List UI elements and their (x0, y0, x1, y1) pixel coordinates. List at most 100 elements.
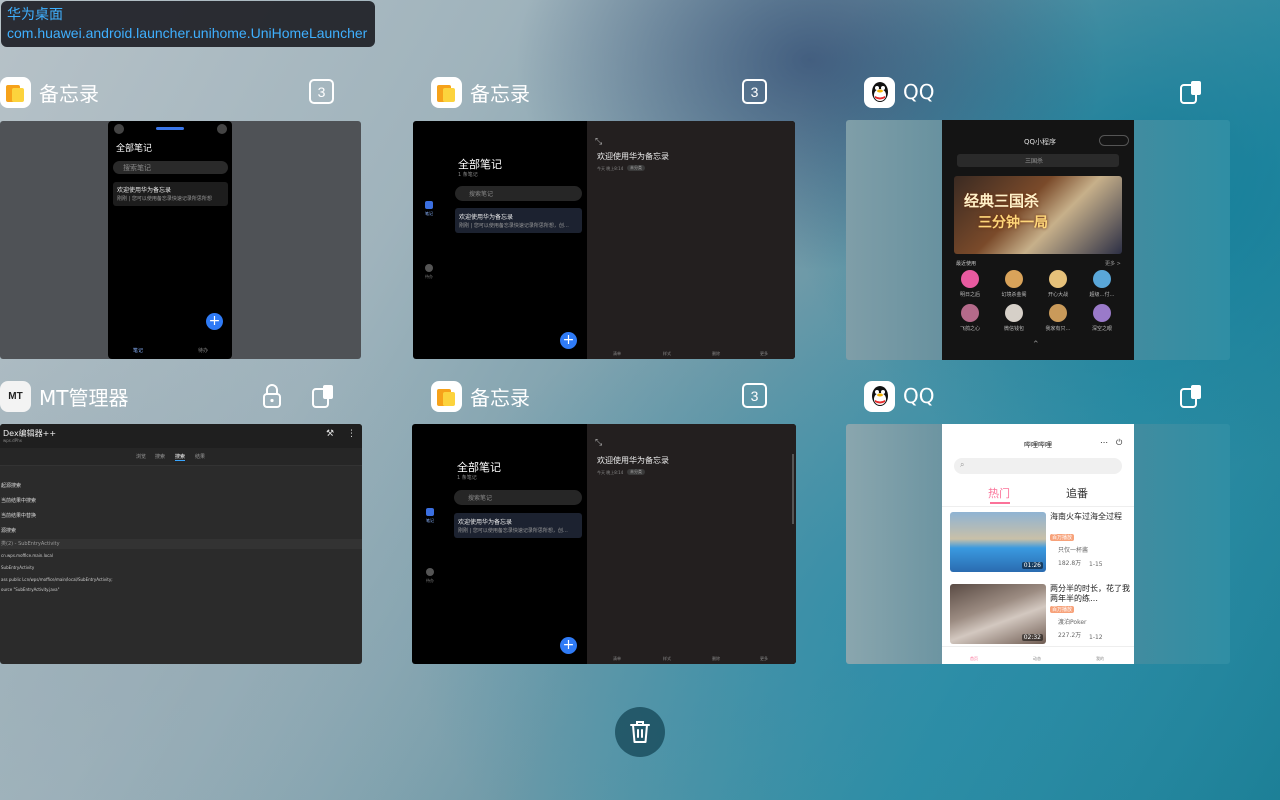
mini-program-title: QQ小程序 (1024, 138, 1057, 146)
task-card-memo-2[interactable]: 笔记 待办 全部笔记 1 条笔记 搜索笔记 欢迎使用华为备忘录 刚刚 | 您可以… (413, 121, 795, 359)
video-author: 渡泊Poker (1058, 619, 1087, 626)
mini-app-item: 飞鸽之心 (950, 304, 990, 338)
split-window-icon[interactable] (1177, 382, 1205, 410)
game-banner: 经典三国杀 三分钟一局 (954, 176, 1122, 254)
mini-app-label: 超级…付… (1089, 292, 1115, 298)
banner-line2: 三分钟一局 (978, 215, 1048, 231)
notes-count: 1 条笔记 (457, 475, 477, 481)
mini-app-item: 超级…付… (1082, 270, 1122, 304)
mini-app-icon (1093, 304, 1111, 322)
search-bar: 搜索笔记 (113, 161, 228, 174)
qq-app-icon (864, 380, 895, 412)
lock-icon[interactable] (258, 382, 286, 410)
power-icon: ⏻ (1116, 438, 1123, 447)
mini-app-icon (961, 270, 979, 288)
app-name: QQ (903, 384, 935, 408)
mt-code-line: ass public Lcn/wps/moffice/main/local/Su… (1, 577, 113, 582)
note-item: 欢迎使用华为备忘录 刚刚 | 您可以使用备忘录快速记录所思所想 (113, 182, 228, 206)
expand-icon: ⤡ (595, 438, 603, 448)
bili-bottom-nav: 首页 动态 我的 (942, 646, 1134, 664)
expand-icon: ⤡ (595, 137, 603, 147)
capsule-menu (1099, 135, 1129, 146)
add-note-button: + (560, 332, 577, 349)
video-views: 227.2万 (1058, 632, 1082, 639)
more-icon: ⋮ (347, 429, 356, 439)
video-thumbnail: 01:26 (950, 512, 1046, 572)
video-views: 182.8万 (1058, 560, 1082, 567)
task-card-memo-1[interactable]: 全部笔记 搜索笔记 欢迎使用华为备忘录 刚刚 | 您可以使用备忘录快速记录所思所… (0, 121, 361, 359)
bottom-action-delete: 删除 (712, 656, 720, 661)
banner-line1: 经典三国杀 (964, 192, 1040, 210)
search-icon: ⌕ (960, 460, 965, 469)
todo-side-icon (426, 568, 434, 576)
card-header-mt: MT MT管理器 (0, 379, 128, 413)
mini-app-icon (1005, 304, 1023, 322)
note-detail-pane: ⤡ 欢迎使用华为备忘录 今天 晚上8:14 未分类 清单 样式 删除 更多 (587, 121, 795, 359)
all-notes-title: 全部笔记 (458, 158, 502, 171)
mt-tabs: 浏览 搜索 搜索 结果 (0, 448, 362, 466)
tooltip-package: com.huawei.android.launcher.unihome.UniH… (7, 25, 368, 41)
window-count-badge[interactable]: 3 (309, 79, 334, 104)
detail-meta: 今天 晚上8:14 (597, 470, 624, 475)
video-title: 两分半的时长，花了我两年半的练… (1050, 584, 1130, 603)
split-window-icon[interactable] (1177, 78, 1205, 106)
qq-mini-program-view: QQ小程序 三国杀 经典三国杀 三分钟一局 最近使用 更多 > 明日之后 幻境杀金… (942, 120, 1134, 360)
bottom-action-list: 清单 (613, 351, 621, 356)
split-window-icon[interactable] (309, 382, 337, 410)
bottom-action-style: 样式 (663, 351, 671, 356)
mini-app-label: 微信钱包 (1003, 326, 1024, 332)
mt-tab-1: 浏览 (136, 454, 147, 460)
memo-app-icon (0, 76, 31, 108)
close-icon (217, 124, 227, 134)
mt-row: 当前结果中替换 (1, 513, 37, 519)
mini-app-icon (1093, 270, 1111, 288)
note-title: 欢迎使用华为备忘录 (459, 214, 514, 221)
note-body: 刚刚 | 您可以使用备忘录快速记录所思所想，创… (458, 528, 568, 534)
mt-toolbar: Dex编辑器++ wps.dPhx ⚒ ⋮ (0, 424, 362, 448)
tab-notes: 笔记 (133, 348, 144, 354)
mt-row: 当前结果中搜索 (1, 498, 37, 504)
mt-row: 源搜索 (1, 528, 17, 534)
detail-title: 欢迎使用华为备忘录 (597, 152, 669, 161)
detail-title: 欢迎使用华为备忘录 (597, 456, 669, 465)
mt-code-line: ource "SubEntryActivity.java" (1, 587, 60, 592)
search-bar: ⌕ (954, 458, 1122, 474)
add-note-button: + (560, 637, 577, 654)
video-tag: 百万播放 (1050, 606, 1075, 613)
clear-all-button[interactable] (615, 707, 665, 757)
search-bar: 搜索笔记 (454, 490, 582, 505)
mini-app-label: 我家有只… (1045, 326, 1071, 332)
mini-app-label: 明日之后 (959, 292, 980, 298)
app-name: MT管理器 (39, 385, 129, 410)
mini-app-icon (1049, 304, 1067, 322)
search-query: 三国杀 (1025, 158, 1044, 165)
card-header-memo-1: 备忘录 (0, 75, 99, 109)
memo-app-icon (431, 380, 462, 412)
task-card-qq-1[interactable]: QQ小程序 三国杀 经典三国杀 三分钟一局 最近使用 更多 > 明日之后 幻境杀金… (846, 120, 1230, 360)
nav-home: 首页 (970, 656, 978, 661)
bili-page-title: 哔哩哔哩 (1024, 441, 1052, 449)
task-card-memo-3[interactable]: 笔记 待办 全部笔记 1 条笔记 搜索笔记 欢迎使用华为备忘录 刚刚 | 您可以… (412, 424, 796, 664)
side-todo-label: 待办 (426, 578, 434, 583)
note-detail-pane: ⤡ 欢迎使用华为备忘录 今天 晚上8:14 未分类 清单 样式 删除 更多 (587, 424, 796, 664)
task-card-mt[interactable]: Dex编辑器++ wps.dPhx ⚒ ⋮ 浏览 搜索 搜索 结果 起源搜索 当… (0, 424, 362, 664)
nav-mine: 我的 (1096, 656, 1104, 661)
note-item: 欢迎使用华为备忘录 刚刚 | 您可以使用备忘录快速记录所思所想，创… (455, 208, 582, 233)
search-placeholder: 搜索笔记 (123, 164, 151, 172)
mini-app-item: 深空之眼 (1082, 304, 1122, 338)
nav-dynamic: 动态 (1033, 656, 1041, 661)
side-notes-label: 笔记 (426, 518, 434, 523)
search-placeholder: 搜索笔记 (469, 191, 494, 198)
add-note-button: + (206, 313, 223, 330)
window-count-badge[interactable]: 3 (742, 79, 767, 104)
bottom-action-more: 更多 (760, 351, 768, 356)
mt-section-header: 类(2) - SubEntryActivity (0, 539, 362, 549)
mini-app-label: 幻境杀金阁 (1001, 292, 1027, 298)
memo-phone-view: 全部笔记 搜索笔记 欢迎使用华为备忘录 刚刚 | 您可以使用备忘录快速记录所思所… (108, 121, 232, 359)
chevron-up-icon: ⌃ (1032, 340, 1040, 350)
task-card-qq-2[interactable]: 哔哩哔哩 ⋯ ⏻ ⌕ 热门 追番 01:26 海南火车过海全过程 百万播放 只仅… (846, 424, 1230, 664)
all-notes-title: 全部笔记 (457, 461, 501, 474)
window-count-badge[interactable]: 3 (742, 383, 767, 408)
scrollbar (792, 454, 794, 524)
detail-meta: 今天 晚上8:14 (597, 166, 624, 171)
